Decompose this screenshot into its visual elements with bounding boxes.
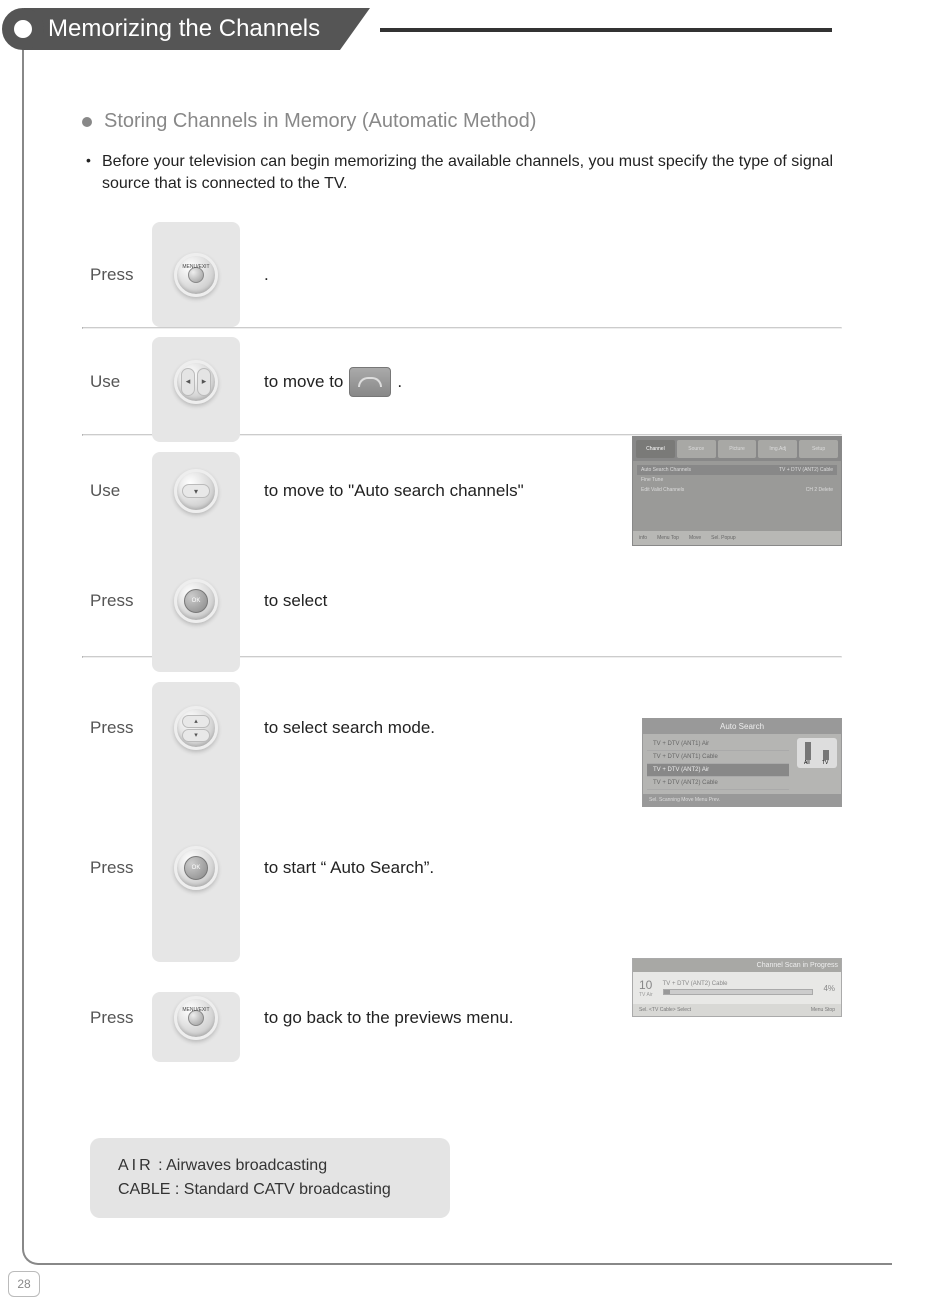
osd-option: TV + DTV (ANT1) Cable <box>647 751 789 764</box>
step-row: Press to go back to the previews menu. C… <box>82 968 842 1068</box>
step-desc: to select <box>240 591 842 611</box>
osd-tab: Img.Adj <box>758 440 797 458</box>
step-button <box>152 996 240 1040</box>
osd-row: Fine Tune <box>637 475 837 485</box>
menu-exit-button-icon <box>174 253 218 297</box>
osd-channel-type: TV Air <box>639 992 653 998</box>
osd-footer: infoMenu TopMoveSel. Popup <box>633 531 841 545</box>
osd-channel-menu: Channel Source Picture Img.Adj Setup Aut… <box>632 436 842 546</box>
section-title: Storing Channels in Memory (Automatic Me… <box>82 110 842 133</box>
note-cable-label: CABLE <box>118 1181 170 1198</box>
intro-text: Before your television can begin memoriz… <box>82 151 842 194</box>
osd-option: TV + DTV (ANT1) Air <box>647 738 789 751</box>
step-button <box>152 253 240 297</box>
note-air-label: AIR <box>118 1157 154 1174</box>
step-desc: to start “ Auto Search”. <box>240 858 842 878</box>
step-action: Use <box>82 372 152 392</box>
osd-header: Channel Scan in Progress <box>633 959 841 972</box>
osd-title: Auto Search <box>643 719 841 734</box>
step-row: Press . <box>82 222 842 327</box>
step-action: Press <box>82 718 152 738</box>
step-action: Use <box>82 481 152 501</box>
note-air-line: AIR : Airwaves broadcasting <box>118 1154 422 1178</box>
step-button <box>152 846 240 890</box>
step-action: Press <box>82 265 152 285</box>
osd-tab: Source <box>677 440 716 458</box>
osd-screenshot: Auto Search TV + DTV (ANT1) Air TV + DTV… <box>622 718 842 807</box>
osd-toggle-icon: All TV <box>797 738 837 768</box>
content-frame: Storing Channels in Memory (Automatic Me… <box>22 30 892 1265</box>
left-right-button-icon: ◂▸ <box>174 360 218 404</box>
step-row: Use ▾ to move to "Auto search channels" … <box>82 436 842 546</box>
step-action: Press <box>82 591 152 611</box>
step-button <box>152 579 240 623</box>
manual-page: Memorizing the Channels Storing Channels… <box>0 0 932 1305</box>
osd-source: TV + DTV (ANT2) Cable <box>663 981 814 987</box>
ok-button-icon <box>174 846 218 890</box>
note-box: AIR : Airwaves broadcasting CABLE : Stan… <box>90 1138 450 1218</box>
osd-row: Edit Valid ChannelsCH 2 Delete <box>637 485 837 495</box>
step-button: ▾ <box>152 469 240 513</box>
up-down-button-icon: ▴▾ <box>174 706 218 750</box>
osd-channel-num: 10 <box>639 978 653 992</box>
progress-bar-icon <box>663 989 814 995</box>
note-cable-line: CABLE : Standard CATV broadcasting <box>118 1178 422 1202</box>
section-title-text: Storing Channels in Memory (Automatic Me… <box>104 110 536 133</box>
tab-bullet-icon <box>2 8 44 50</box>
osd-scan-progress: Channel Scan in Progress 10 TV Air TV + … <box>632 958 842 1017</box>
down-button-icon: ▾ <box>174 469 218 513</box>
step-desc: . <box>240 265 842 285</box>
osd-auto-search: Auto Search TV + DTV (ANT1) Air TV + DTV… <box>642 718 842 807</box>
osd-screenshot: Channel Source Picture Img.Adj Setup Aut… <box>622 436 842 546</box>
step-row: Press to start “ Auto Search”. <box>82 798 842 938</box>
step-desc: to move to . <box>240 367 842 397</box>
osd-option: TV + DTV (ANT2) Air <box>647 764 789 777</box>
osd-percent: 4% <box>823 984 835 993</box>
step-row: Use ◂▸ to move to . <box>82 329 842 434</box>
osd-tab: Setup <box>799 440 838 458</box>
osd-option: TV + DTV (ANT2) Cable <box>647 777 789 790</box>
page-number: 28 <box>8 1271 40 1297</box>
step-action: Press <box>82 858 152 878</box>
step-action: Press <box>82 1008 152 1028</box>
step-row: Press to select <box>82 546 842 656</box>
osd-row: Auto Search ChannelsTV + DTV (ANT2) Cabl… <box>637 465 837 475</box>
step-button: ◂▸ <box>152 360 240 404</box>
menu-exit-button-icon <box>174 996 218 1040</box>
osd-screenshot: Channel Scan in Progress 10 TV Air TV + … <box>622 958 842 1017</box>
channel-menu-icon <box>349 367 391 397</box>
osd-tab: Channel <box>636 440 675 458</box>
step-row: Press ▴▾ to select search mode. Auto Sea… <box>82 658 842 798</box>
steps-list: Press . Use ◂▸ <box>82 222 842 1068</box>
osd-tab: Picture <box>718 440 757 458</box>
ok-button-icon <box>174 579 218 623</box>
step-button: ▴▾ <box>152 706 240 750</box>
osd-footer: Sel. <TV Cable> SelectMenu Stop <box>633 1004 841 1016</box>
